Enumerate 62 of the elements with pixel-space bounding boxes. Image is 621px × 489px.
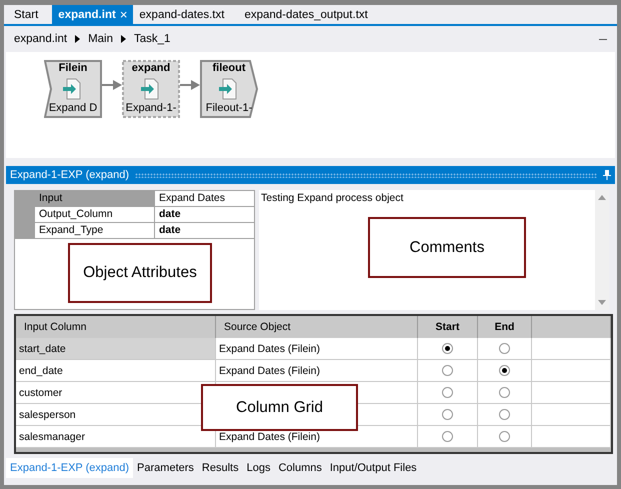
table-cell: Expand Dates (Filein) <box>216 338 418 360</box>
table-cell: Expand Dates (Filein) <box>216 360 418 382</box>
radio-button[interactable] <box>442 387 453 398</box>
connector-arrow <box>102 80 122 90</box>
node-label: Fileout-1- <box>206 102 252 114</box>
callout-label: Column Grid <box>201 384 358 431</box>
radio-button[interactable] <box>442 409 453 420</box>
radio-button[interactable] <box>442 365 453 376</box>
close-icon[interactable]: × <box>120 7 128 22</box>
radio-button[interactable] <box>442 343 453 354</box>
callout-label: Comments <box>368 217 526 278</box>
panel-tab[interactable]: Columns <box>274 458 326 478</box>
document-tab[interactable]: expand-dates_output.txt <box>238 5 374 24</box>
column-header[interactable]: End <box>478 316 532 338</box>
node-title: fileout <box>212 62 246 74</box>
breadcrumb-item[interactable]: expand.int <box>14 33 68 45</box>
attribute-name: Expand_Type <box>35 223 155 239</box>
radio-button[interactable] <box>499 365 510 376</box>
node-title: expand <box>132 62 170 74</box>
document-tab[interactable]: Start <box>8 5 44 24</box>
panel-tab[interactable]: Logs <box>242 458 274 478</box>
process-node[interactable] <box>122 60 180 118</box>
scroll-up-icon[interactable] <box>598 195 606 200</box>
minimize-icon[interactable] <box>599 38 607 40</box>
table-cell: customer <box>16 382 216 404</box>
column-header[interactable]: Start <box>418 316 478 338</box>
panel-title: Expand-1-EXP (expand) <box>10 169 130 181</box>
attribute-value[interactable]: Expand Dates <box>155 191 254 207</box>
node-label: Expand D <box>48 102 98 114</box>
attribute-name: Output_Column <box>35 207 155 223</box>
node-title: Filein <box>58 62 88 74</box>
process-node[interactable] <box>44 60 102 118</box>
breadcrumb-item[interactable]: Task_1 <box>134 33 170 45</box>
connector-arrow <box>180 80 200 90</box>
comment-text[interactable]: Testing Expand process object <box>259 190 595 206</box>
chevron-icon <box>121 35 126 43</box>
breadcrumb-item[interactable]: Main <box>88 33 114 45</box>
radio-button[interactable] <box>499 431 510 442</box>
radio-button[interactable] <box>442 431 453 442</box>
node-label: Expand-1- <box>126 102 176 114</box>
process-node[interactable] <box>200 60 258 118</box>
table-cell: start_date <box>16 338 216 360</box>
panel-tab[interactable]: Parameters <box>133 458 198 478</box>
panel-tab[interactable]: Input/Output Files <box>326 458 421 478</box>
attribute-value[interactable]: date <box>155 223 254 239</box>
table-cell: end_date <box>16 360 216 382</box>
chevron-icon <box>75 35 80 43</box>
document-tab[interactable]: expand-dates.txt <box>133 5 230 24</box>
column-header[interactable]: Input Column <box>16 316 216 338</box>
document-tab[interactable]: expand.int × <box>52 5 134 24</box>
attribute-name: Input <box>35 191 155 207</box>
radio-button[interactable] <box>499 387 510 398</box>
panel-tab[interactable]: Expand-1-EXP (expand) <box>6 458 134 478</box>
table-cell: salesmanager <box>16 426 216 448</box>
pin-icon[interactable] <box>603 170 611 180</box>
radio-button[interactable] <box>499 409 510 420</box>
scroll-down-icon[interactable] <box>598 300 606 305</box>
callout-label: Object Attributes <box>68 243 212 303</box>
radio-button[interactable] <box>499 343 510 354</box>
attribute-value[interactable]: date <box>155 207 254 223</box>
panel-tab[interactable]: Results <box>198 458 243 478</box>
column-header[interactable]: Source Object <box>216 316 418 338</box>
